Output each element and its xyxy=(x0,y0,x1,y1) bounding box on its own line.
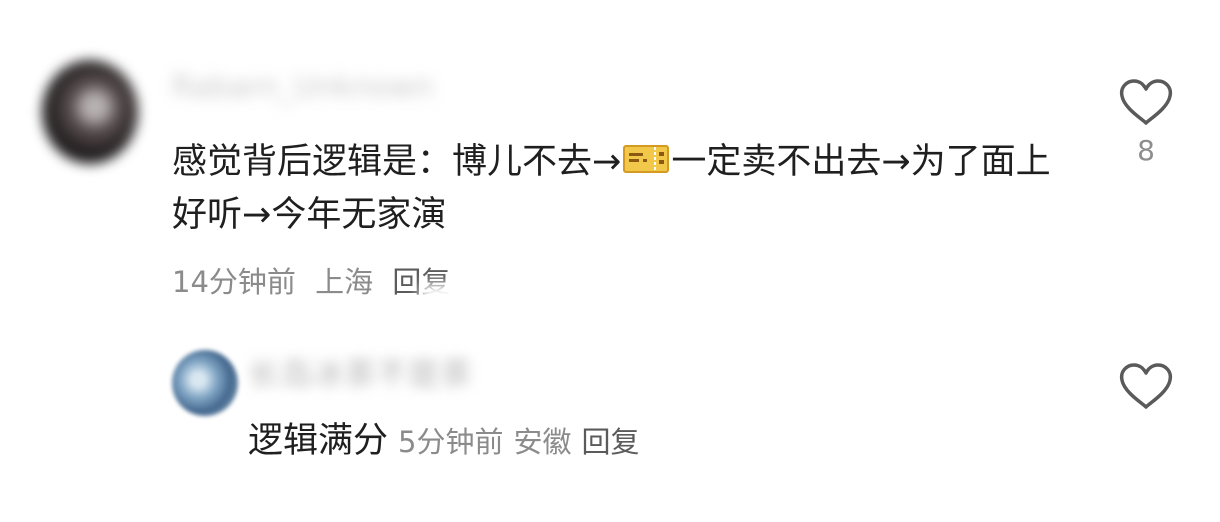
reply-reply-button[interactable]: 回复 xyxy=(581,425,639,459)
blur-overlay xyxy=(420,284,530,308)
comment-text: 感觉背后逻辑是：博儿不去→ 一定卖不出去→为了面上好听→今年无家演 xyxy=(172,136,1052,242)
commenter-username[interactable]: Rabarn_Unknown xyxy=(172,68,502,108)
reply-text: 逻辑满分 xyxy=(248,421,389,461)
commenter-avatar[interactable] xyxy=(42,60,138,164)
ticket-icon xyxy=(623,138,670,173)
reply-username[interactable]: 长岛冰茶不是茶 xyxy=(248,350,548,398)
reply-like-button[interactable] xyxy=(1116,362,1176,416)
reply-avatar[interactable] xyxy=(172,350,238,416)
reply-content: 逻辑满分 5分钟前 安徽 回复 xyxy=(248,418,640,464)
comment-like-count: 8 xyxy=(1137,134,1155,167)
reply-time: 5分钟前 xyxy=(398,425,504,459)
comment-meta: 14分钟前 上海 回复 xyxy=(172,262,460,302)
reply-location: 安徽 xyxy=(513,425,572,459)
comment-time: 14分钟前 xyxy=(172,265,296,299)
comment-location: 上海 xyxy=(315,265,374,299)
comment-text-part1: 感觉背后逻辑是：博儿不去→ xyxy=(172,142,622,182)
heart-icon xyxy=(1119,79,1173,125)
comment-like-button[interactable]: 8 xyxy=(1116,78,1176,168)
heart-icon xyxy=(1119,363,1173,409)
